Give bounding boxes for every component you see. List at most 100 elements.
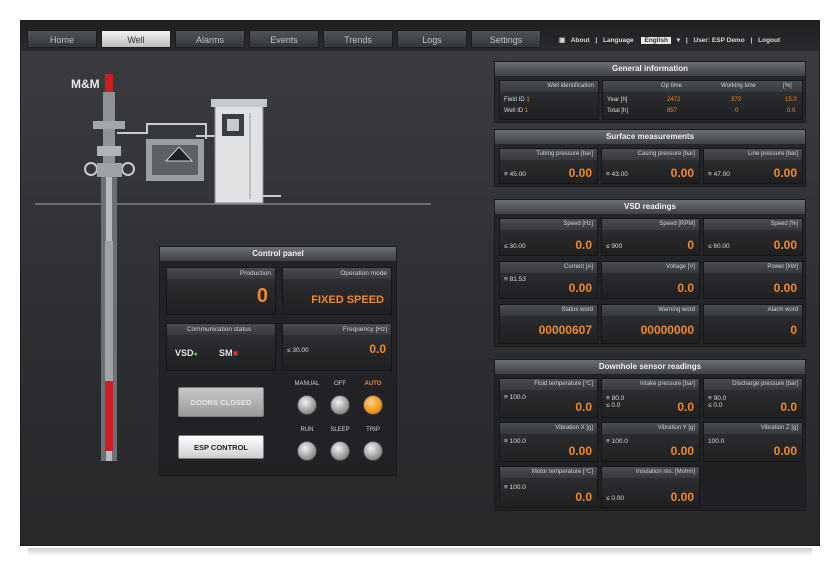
- tubing-pressure-cell: Tubing pressure [bar] ≡ 45.00 0.00: [499, 148, 598, 184]
- comm-sm: SM✖: [219, 348, 239, 358]
- fluid-temperature-setpoint[interactable]: ≡ 100.0: [504, 394, 526, 401]
- well-identification-cell: Well identification Field ID 1 Well ID 1: [499, 80, 599, 120]
- frequency-label: Frequency [Hz]: [283, 324, 391, 335]
- chevron-down-icon[interactable]: ▾: [677, 37, 680, 44]
- status-word-value: 00000607: [538, 323, 592, 337]
- line-pressure-cell: Line pressure [bar] ≡ 47.00 0.00: [703, 148, 803, 184]
- tab-alarms[interactable]: Alarms: [175, 30, 245, 48]
- col-pct: [%]: [783, 83, 792, 89]
- communication-status-label: Communication status: [167, 324, 275, 335]
- tab-home[interactable]: Home: [27, 30, 97, 48]
- vibration-x-setpoint[interactable]: ≡ 100.0: [504, 438, 526, 445]
- flag-icon: ▣: [559, 37, 566, 44]
- vibration-y-cell: Vibration Y [g] ≡ 100.0 0.00: [601, 422, 700, 462]
- trip-indicator: [363, 441, 383, 461]
- indicator-trip-label: TRIP: [366, 427, 380, 433]
- manual-indicator: [297, 395, 317, 415]
- tab-events[interactable]: Events: [249, 30, 319, 48]
- insulation-resistance-setpoint[interactable]: ≤ 0.00: [606, 495, 624, 502]
- hmi-screen: Home Well Alarms Events Trends Logs Sett…: [20, 20, 820, 546]
- auto-indicator: [363, 395, 383, 415]
- discharge-pressure-cell: Discharge pressure [bar] ≡ 90.0 ≤ 0.0 0.…: [703, 378, 803, 418]
- run-indicator: [297, 441, 317, 461]
- motor-temperature-setpoint[interactable]: ≡ 100.0: [504, 484, 526, 491]
- fluid-temperature-value: 0.0: [575, 400, 592, 414]
- intake-pressure-value: 0.0: [677, 400, 694, 414]
- communication-status-cell: Communication status VSD● SM✖: [166, 323, 276, 371]
- off-indicator: [330, 395, 350, 415]
- indicator-off-label: OFF: [334, 381, 346, 387]
- warning-word-value: 00000000: [640, 323, 694, 337]
- time-table-cell: Op time Working time [%] Year [h] 2472 3…: [602, 80, 803, 120]
- vibration-z-setpoint[interactable]: 100.0: [708, 438, 724, 445]
- line-pressure-setpoint[interactable]: ≡ 47.00: [708, 171, 730, 178]
- esp-control-button[interactable]: ESP CONTROL: [178, 435, 264, 459]
- logout-link[interactable]: Logout: [758, 37, 780, 44]
- speed-hz-value: 0.0: [575, 238, 592, 252]
- operation-mode-label: Operation mode: [283, 268, 391, 279]
- vsd-readings-title: VSD readings: [495, 200, 805, 214]
- power-cell: Power [kW] 0.00: [703, 261, 803, 299]
- downhole-sensor-title: Downhole sensor readings: [495, 360, 805, 374]
- comm-vsd: VSD●: [175, 348, 198, 358]
- tab-logs[interactable]: Logs: [397, 30, 467, 48]
- downhole-sensor-panel: Downhole sensor readings Fluid temperatu…: [494, 359, 806, 511]
- speed-pct-cell: Speed [%] ≤ 60.00 0.00: [703, 218, 803, 256]
- vsd-readings-panel: VSD readings Speed [Hz] ≤ 30.00 0.0 Spee…: [494, 199, 806, 347]
- tab-trends[interactable]: Trends: [323, 30, 393, 48]
- tab-well[interactable]: Well: [101, 30, 171, 48]
- total-row: Total [h] 857 0 0.0: [607, 108, 796, 114]
- tab-bar: Home Well Alarms Events Trends Logs Sett…: [21, 21, 819, 51]
- control-panel-title: Control panel: [160, 247, 396, 261]
- casing-pressure-value: 0.00: [670, 166, 694, 180]
- vibration-y-setpoint[interactable]: ≡ 100.0: [606, 438, 628, 445]
- speed-rpm-value: 0: [687, 238, 694, 252]
- speed-hz-cell: Speed [Hz] ≤ 30.00 0.0: [499, 218, 598, 256]
- about-link[interactable]: About: [571, 37, 590, 44]
- speed-rpm-setpoint[interactable]: ≤ 900: [606, 243, 622, 250]
- speed-hz-setpoint[interactable]: ≤ 30.00: [504, 243, 526, 250]
- logo: M&M: [71, 77, 100, 91]
- speed-rpm-cell: Speed [RPM] ≤ 900 0: [601, 218, 700, 256]
- indicator-auto-label: AUTO: [364, 381, 382, 387]
- language-select[interactable]: English: [641, 37, 671, 44]
- motor-temperature-value: 0.0: [575, 490, 592, 504]
- insulation-resistance-value: 0.00: [670, 490, 694, 504]
- tubing-pressure-setpoint[interactable]: ≡ 45.00: [504, 171, 526, 178]
- doors-closed-button[interactable]: DOORS CLOSED: [178, 387, 264, 417]
- screen-reflection: [28, 548, 812, 556]
- operation-mode-cell: Operation mode FIXED SPEED: [282, 267, 392, 315]
- insulation-resistance-cell: Insulation res. [Mohm] ≤ 0.00 0.00: [601, 466, 700, 508]
- speed-pct-value: 0.00: [773, 238, 797, 252]
- current-cell: Current [A] ≡ 81.53 0.00: [499, 261, 598, 299]
- current-value: 0.00: [568, 281, 592, 295]
- surface-measurements-panel: Surface measurements Tubing pressure [ba…: [494, 129, 806, 187]
- line-pressure-value: 0.00: [773, 166, 797, 180]
- operation-mode-value: FIXED SPEED: [311, 294, 384, 306]
- discharge-pressure-setpoint[interactable]: ≡ 90.0 ≤ 0.0: [708, 395, 726, 409]
- sleep-indicator: [330, 441, 350, 461]
- alarm-word-value: 0: [790, 323, 797, 337]
- casing-pressure-setpoint[interactable]: ≡ 43.00: [606, 171, 628, 178]
- year-row: Year [h] 2472 373 15.0: [607, 97, 797, 103]
- frequency-setpoint[interactable]: ≤ 30.00: [287, 347, 309, 354]
- user-label: User: ESP Demo: [693, 37, 745, 44]
- production-cell: Production 0: [166, 267, 276, 315]
- status-word-cell: Status word 00000607: [499, 304, 598, 344]
- frequency-cell: Frequency [Hz] ≤ 30.00 0.0: [282, 323, 392, 371]
- col-op-time: Op time: [661, 83, 683, 89]
- indicator-run-label: RUN: [300, 427, 314, 433]
- voltage-cell: Voltage [V] 0.0: [601, 261, 700, 299]
- current-setpoint[interactable]: ≡ 81.53: [504, 276, 526, 283]
- fluid-temperature-cell: Fluid temperature [°C] ≡ 100.0 0.0: [499, 378, 598, 418]
- indicator-manual-label: MANUAL: [294, 381, 320, 387]
- production-value: 0: [256, 285, 268, 307]
- speed-pct-setpoint[interactable]: ≤ 60.00: [708, 243, 730, 250]
- intake-pressure-setpoint[interactable]: ≡ 80.0 ≤ 0.0: [606, 395, 624, 409]
- tab-settings[interactable]: Settings: [471, 30, 541, 48]
- vibration-x-cell: Vibration X [g] ≡ 100.0 0.00: [499, 422, 598, 462]
- control-panel: Control panel Production 0 Operation mod…: [159, 246, 397, 476]
- tubing-pressure-value: 0.00: [568, 166, 592, 180]
- production-label: Production: [167, 268, 275, 279]
- surface-measurements-title: Surface measurements: [495, 130, 805, 144]
